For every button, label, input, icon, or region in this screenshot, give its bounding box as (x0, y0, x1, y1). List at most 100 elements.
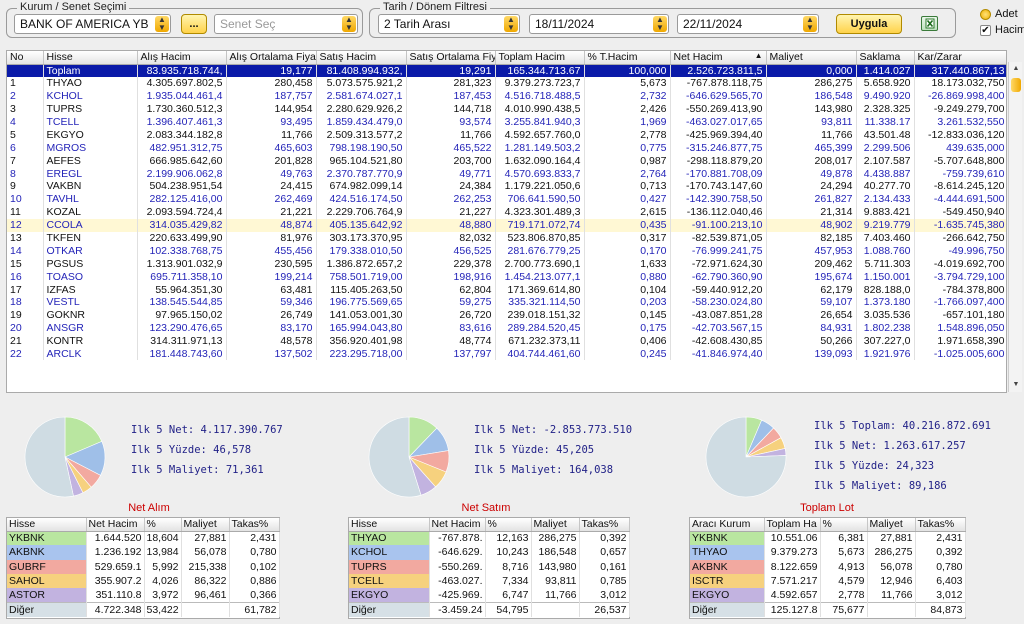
table-row[interactable]: 9 VAKBN 504.238.951,54 24,415 674.982.099,14… (7, 180, 1006, 193)
date-to-field[interactable]: 22/11/2024 ▲ ▼ (677, 14, 819, 34)
table-cell: 1.730.360.512,3 (137, 102, 227, 116)
senet-select[interactable]: Senet Seç ▲ ▼ (214, 14, 358, 34)
column-header[interactable]: Aracı Kurum (690, 518, 765, 532)
excel-export-icon[interactable] (921, 16, 938, 31)
column-header[interactable]: Toplam Hacim (495, 51, 585, 65)
scroll-up-icon[interactable]: ▲ (1010, 63, 1022, 75)
column-header[interactable]: Maliyet (867, 518, 916, 532)
column-header[interactable]: Maliyet (181, 518, 230, 532)
table-row[interactable]: EKGYO 4.592.657 2,778 11,766 3,012 (690, 588, 966, 603)
browse-button[interactable]: ... (181, 14, 207, 34)
table-row[interactable]: AKBNK 1.236.192 13,984 56,078 0,780 (7, 545, 280, 560)
chevron-down-icon: ▲ ▼ (155, 16, 169, 32)
column-header[interactable]: Takas% (915, 518, 966, 532)
table-row[interactable]: Diğer 4.722.348 53,422 61,782 (7, 601, 280, 617)
table-row[interactable]: TUPRS -550.269. 8,716 143,980 0,161 (349, 559, 630, 574)
column-header[interactable]: Alış Ortalama Fiya (226, 51, 317, 65)
table-row[interactable]: Diğer 125.127.8 75,677 84,873 (690, 601, 966, 617)
table-row[interactable]: 13 TKFEN 220.633.499,90 81,976 303.173.370,9… (7, 231, 1006, 245)
table-row[interactable]: 1 THYAO 4.305.697.802,5 280,458 5.073.575.92… (7, 76, 1006, 90)
table-row[interactable]: 21 KONTR 314.311.971,13 48,578 356.920.401,9… (7, 334, 1006, 348)
table-row[interactable]: 14 OTKAR 102.338.768,75 455,456 179.338.010,… (7, 244, 1006, 258)
table-row[interactable]: SAHOL 355.907.2 4,026 86,322 0,886 (7, 573, 280, 589)
table-row[interactable]: KCHOL -646.629. 10,243 186,548 0,657 (349, 545, 630, 560)
column-header[interactable]: Net Hacim ▲ (670, 51, 767, 65)
vertical-scrollbar[interactable]: ▲ ▼ (1008, 62, 1022, 392)
date-from-field[interactable]: 18/11/2024 ▲ ▼ (529, 14, 669, 34)
table-row[interactable]: 8 EREGL 2.199.906.062,8 49,763 2.370.787.770… (7, 167, 1006, 181)
column-header[interactable]: Hisse (43, 51, 138, 65)
total-row[interactable]: Toplam 83.935.718.744, 19,177 81.408.994.93… (7, 64, 1006, 77)
table-row[interactable]: 7 AEFES 666.985.642,60 201,828 965.104.521,8… (7, 154, 1006, 168)
table-cell: 262,469 (226, 192, 317, 206)
table-row[interactable]: GUBRF 529.659.1 5,992 215,338 0,102 (7, 559, 280, 574)
table-cell: 10,243 (485, 545, 532, 560)
table-row[interactable]: ISCTR 7.571.217 4,579 12,946 6,403 (690, 573, 966, 589)
column-header[interactable]: % (820, 518, 868, 532)
table-row[interactable]: ASTOR 351.110.8 3,972 96,461 0,366 (7, 588, 280, 603)
table-row[interactable]: YKBNK 10.551.06 6,381 27,881 2,431 (690, 531, 966, 546)
column-header[interactable]: Satış Hacim (316, 51, 407, 65)
scroll-thumb[interactable] (1011, 78, 1021, 92)
adet-radio[interactable] (980, 9, 991, 20)
column-header[interactable]: Takas% (579, 518, 630, 532)
column-header[interactable]: Net Hacim (86, 518, 145, 532)
table-row[interactable]: 11 KOZAL 2.093.594.724,4 21,221 2.229.706.76… (7, 205, 1006, 219)
column-header[interactable]: Saklama (856, 51, 915, 65)
kurum-select[interactable]: BANK OF AMERICA YB ▲ ▼ (14, 14, 171, 34)
table-row[interactable]: 18 VESTL 138.545.544,85 59,346 196.775.569,6… (7, 296, 1006, 309)
table-cell: 4 (7, 115, 44, 129)
table-cell: -425.969.394,40 (670, 128, 767, 142)
table-row[interactable]: 17 IZFAS 55.964.351,30 63,481 115.405.263,50… (7, 283, 1006, 297)
table-row[interactable]: EKGYO -425.969. 6,747 11,766 3,012 (349, 588, 630, 603)
column-header[interactable]: Hisse (349, 518, 430, 532)
column-header[interactable]: Hisse (7, 518, 87, 532)
column-header[interactable]: Maliyet (531, 518, 580, 532)
column-header[interactable]: Net Hacim (429, 518, 486, 532)
table-cell: -463.027.017,65 (670, 115, 767, 129)
table-row[interactable]: 10 TAVHL 282.125.416,00 262,469 424.516.174,… (7, 192, 1006, 206)
table-row[interactable]: 22 ARCLK 181.448.743,60 137,502 223.295.718,… (7, 347, 1006, 361)
apply-button[interactable]: Uygula (836, 14, 902, 34)
table-row[interactable]: THYAO 9.379.273 5,673 286,275 0,392 (690, 545, 966, 560)
column-header[interactable]: Maliyet (766, 51, 857, 65)
table-row[interactable]: 12 CCOLA 314.035.429,82 48,874 405.135.642,9… (7, 218, 1006, 232)
table-row[interactable]: 4 TCELL 1.396.407.461,3 93,495 1.859.434.479… (7, 115, 1006, 129)
summary-stat: Ilk 5 Net: 4.117.390.767 (131, 424, 283, 436)
column-header[interactable]: Alış Hacim (137, 51, 227, 65)
column-header[interactable]: Satış Ortalama Fiy (406, 51, 496, 65)
column-header[interactable]: Toplam Ha (764, 518, 821, 532)
table-row[interactable]: 2 KCHOL 1.935.044.461,4 187,757 2.581.674.02… (7, 89, 1006, 103)
scroll-down-icon[interactable]: ▼ (1010, 379, 1022, 391)
column-header[interactable]: Takas% (229, 518, 280, 532)
table-row[interactable]: 5 EKGYO 2.083.344.182,8 11,766 2.509.313.577… (7, 128, 1006, 142)
table-row[interactable]: 16 TOASO 695.711.358,10 199,214 758.501.719,… (7, 270, 1006, 284)
hacim-checkbox[interactable]: ✔ (980, 25, 991, 36)
table-cell: 1,969 (584, 115, 671, 129)
table-row[interactable]: 15 PGSUS 1.313.901.032,9 230,595 1.386.872.6… (7, 257, 1006, 271)
table-row[interactable]: YKBNK 1.644.520 18,604 27,881 2,431 (7, 531, 280, 546)
table-cell: 123.290.476,65 (137, 321, 227, 335)
table-row[interactable]: Diğer -3.459.24 54,795 26,537 (349, 601, 630, 617)
table-row[interactable]: THYAO -767.878. 12,163 286,275 0,392 (349, 531, 630, 546)
table-cell: 137,797 (406, 347, 496, 361)
column-header[interactable]: No (7, 51, 44, 65)
column-header[interactable]: Kar/Zarar (914, 51, 1006, 65)
column-header[interactable]: % T.Hacim (584, 51, 671, 65)
column-header[interactable]: % (144, 518, 182, 532)
table-cell: 2.107.587 (856, 154, 915, 168)
table-cell: ARCLK (43, 347, 138, 361)
table-cell: -315.246.877,75 (670, 141, 767, 155)
table-cell: -784.378,800 (914, 283, 1006, 297)
table-row[interactable]: 19 GOKNR 97.965.150,02 26,749 141.053.001,30… (7, 308, 1006, 322)
table-row[interactable]: 3 TUPRS 1.730.360.512,3 144,954 2.280.629.92… (7, 102, 1006, 116)
table-row[interactable]: AKBNK 8.122.659 4,913 56,078 0,780 (690, 559, 966, 574)
table-row[interactable]: TCELL -463.027. 7,334 93,811 0,785 (349, 573, 630, 589)
table-cell: 49,771 (406, 167, 496, 181)
table-cell: 2.083.344.182,8 (137, 128, 227, 142)
table-row[interactable]: 6 MGROS 482.951.312,75 465,603 798.198.190,5… (7, 141, 1006, 155)
table-row[interactable]: 20 ANSGR 123.290.476,65 83,170 165.994.043,8… (7, 321, 1006, 335)
range-select[interactable]: 2 Tarih Arası ▲ ▼ (378, 14, 520, 34)
column-header[interactable]: % (485, 518, 532, 532)
table-cell: 83.935.718.744, (137, 64, 227, 77)
